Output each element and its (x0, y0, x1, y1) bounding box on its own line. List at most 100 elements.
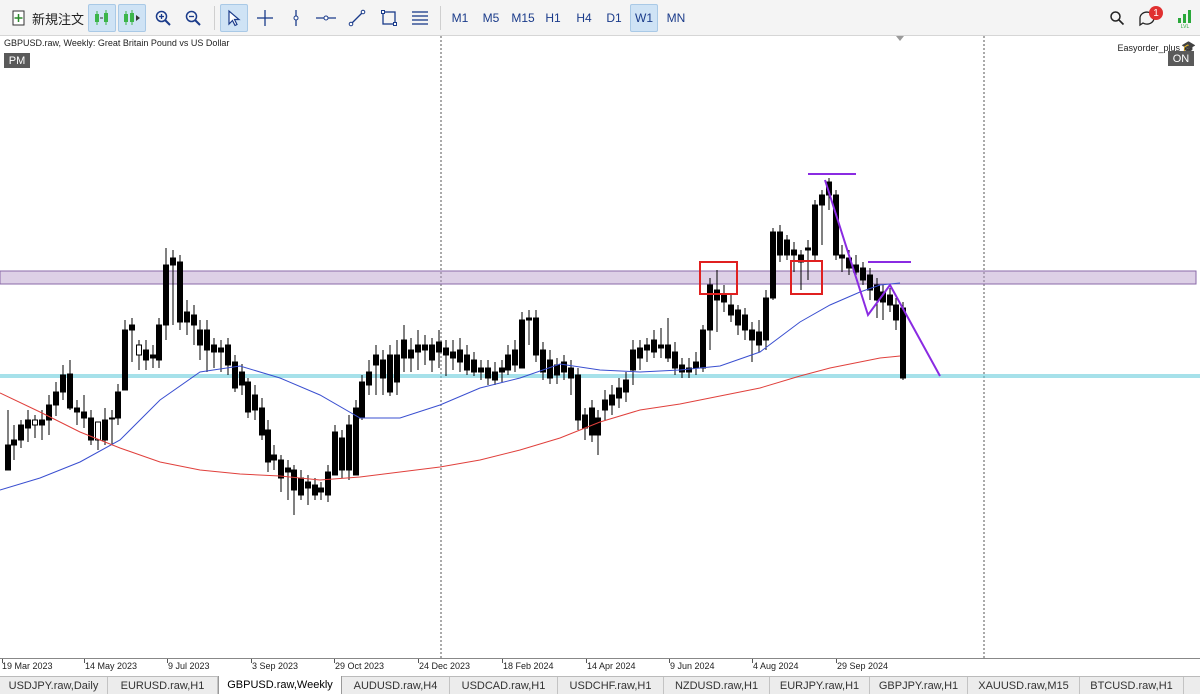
tab-eurusd[interactable]: EURUSD.raw,H1 (108, 677, 218, 694)
zoom-out-icon (185, 10, 201, 26)
tab-usdchf[interactable]: USDCHF.raw,H1 (558, 677, 664, 694)
chart-background (0, 36, 1200, 658)
bearish-candle (5, 444, 11, 471)
bearish-candle (791, 249, 797, 256)
timeframe-w1-button[interactable]: W1 (630, 4, 658, 32)
bearish-candle (464, 354, 470, 371)
bearish-candle (450, 351, 456, 359)
bullish-candle (32, 419, 38, 426)
bearish-candle (177, 261, 183, 323)
bearish-candle (512, 349, 518, 366)
zoom-in-icon (155, 10, 171, 26)
timeframe-h4-button[interactable]: H4 (570, 4, 598, 32)
bearish-candle (232, 361, 238, 389)
bearish-candle (623, 379, 629, 393)
tab-audusd[interactable]: AUDUSD.raw,H4 (342, 677, 450, 694)
chart-title: GBPUSD.raw, Weekly: Great Britain Pound … (4, 38, 230, 48)
expert-advisor-status[interactable]: ON (1168, 51, 1194, 66)
bearish-candle (443, 347, 449, 356)
chart-canvas[interactable] (0, 36, 1200, 658)
new-order-button[interactable]: 新規注文 (8, 4, 86, 32)
timeframe-m15-button[interactable]: M15 (507, 4, 539, 32)
crosshair-tool-button[interactable] (252, 4, 278, 32)
bearish-candle (211, 344, 217, 353)
bearish-candle (742, 314, 748, 331)
trendline-icon (348, 9, 366, 27)
price-chart[interactable] (0, 36, 1200, 658)
new-order-label: 新規注文 (31, 11, 84, 27)
bearish-candle (777, 231, 783, 256)
bearish-candle (630, 349, 636, 371)
chart-shift-icon (95, 10, 108, 25)
bearish-candle (156, 324, 162, 361)
tab-btcusd[interactable]: BTCUSD.raw,H1 (1080, 677, 1184, 694)
notification-badge: 1 (1149, 6, 1163, 20)
bullish-candle (109, 417, 115, 420)
support-line (0, 374, 1200, 378)
bearish-candle (485, 367, 491, 379)
shapes-icon (381, 10, 397, 26)
fibonacci-tool-button[interactable] (406, 4, 434, 32)
bearish-candle (259, 407, 265, 436)
tab-xauusd[interactable]: XAUUSD.raw,M15 (968, 677, 1080, 694)
bearish-candle (540, 349, 546, 373)
tab-gbpusd[interactable]: GBPUSD.raw,Weekly (218, 676, 342, 694)
bearish-candle (170, 257, 176, 266)
autoscroll-icon (124, 10, 140, 25)
zoom-in-button[interactable] (150, 4, 176, 32)
bearish-candle (285, 467, 291, 473)
toolbar-separator (440, 6, 441, 30)
toolbar-separator (214, 6, 215, 30)
bearish-candle (245, 381, 251, 413)
bearish-candle (609, 394, 615, 406)
timeframe-h1-button[interactable]: H1 (540, 4, 566, 32)
bearish-candle (373, 354, 379, 366)
bearish-candle (819, 194, 825, 206)
date-label: 3 Sep 2023 (252, 661, 299, 671)
search-button[interactable] (1106, 4, 1128, 32)
cursor-tool-button[interactable] (220, 4, 248, 32)
bearish-candle (554, 364, 560, 376)
pm-label: PM (4, 53, 30, 68)
bearish-candle (575, 374, 581, 421)
tab-gbpjpy[interactable]: GBPJPY.raw,H1 (870, 677, 968, 694)
bullish-candle (136, 344, 142, 356)
timeframe-m5-button[interactable]: M5 (477, 4, 505, 32)
vertical-line-tool-button[interactable] (284, 4, 308, 32)
tab-overflow[interactable] (1184, 677, 1200, 694)
bearish-candle (805, 247, 811, 251)
tab-nzdusd[interactable]: NZDUSD.raw,H1 (664, 677, 770, 694)
bearish-candle (422, 344, 428, 351)
bearish-candle (415, 344, 421, 353)
timeframe-d1-button[interactable]: D1 (600, 4, 628, 32)
bearish-candle (812, 204, 818, 256)
bearish-candle (53, 391, 59, 406)
tab-eurjpy[interactable]: EURJPY.raw,H1 (770, 677, 870, 694)
shapes-tool-button[interactable] (376, 4, 402, 32)
bearish-candle (278, 459, 284, 479)
bearish-candle (265, 429, 271, 463)
bearish-candle (197, 329, 203, 346)
timeframe-m1-button[interactable]: M1 (446, 4, 474, 32)
bearish-candle (499, 367, 505, 373)
zoom-out-button[interactable] (180, 4, 206, 32)
timeframe-mn-button[interactable]: MN (661, 4, 691, 32)
bearish-candle (561, 361, 567, 373)
date-label: 19 Mar 2023 (2, 661, 53, 671)
tab-usdcad[interactable]: USDCAD.raw,H1 (450, 677, 558, 694)
chart-shift-button[interactable] (88, 4, 116, 32)
bearish-candle (122, 329, 128, 391)
signal-level-button[interactable]: LVL (1174, 4, 1196, 32)
trendline-tool-button[interactable] (344, 4, 370, 32)
autoscroll-button[interactable] (118, 4, 146, 32)
tab-usdjpy[interactable]: USDJPY.raw,Daily (0, 677, 108, 694)
search-icon (1110, 11, 1125, 26)
horizontal-line-tool-button[interactable] (312, 4, 340, 32)
bearish-candle (271, 454, 277, 461)
bearish-candle (887, 294, 893, 306)
bearish-candle (225, 344, 231, 366)
bearish-candle (67, 373, 73, 409)
bearish-candle (115, 391, 121, 419)
bearish-candle (547, 359, 553, 379)
bearish-candle (394, 354, 400, 383)
